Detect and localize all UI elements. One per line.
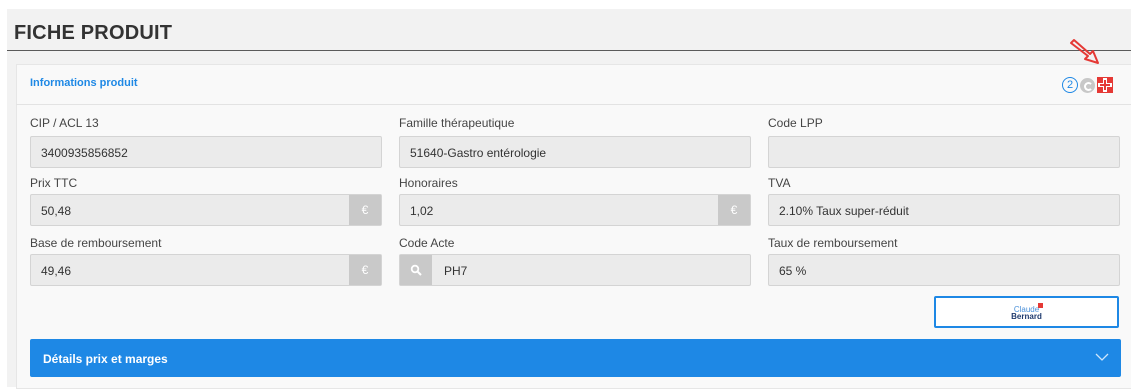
taux-label: Taux de remboursement xyxy=(768,236,898,250)
tva-field[interactable]: 2.10% Taux super-réduit xyxy=(768,194,1120,226)
code-acte-field[interactable]: PH7 xyxy=(399,254,751,286)
chevron-down-icon xyxy=(1095,353,1109,361)
number-2-icon[interactable]: 2 xyxy=(1062,77,1078,93)
code-acte-value: PH7 xyxy=(444,264,468,278)
search-icon[interactable] xyxy=(400,255,432,285)
prix-ttc-value: 50,48 xyxy=(41,204,72,218)
panel-title: Informations produit xyxy=(30,77,138,89)
famille-label: Famille thérapeutique xyxy=(399,116,515,130)
logo-mark-icon xyxy=(1038,303,1043,308)
code-acte-label: Code Acte xyxy=(399,236,455,250)
cip-label: CIP / ACL 13 xyxy=(30,116,99,130)
base-label: Base de remboursement xyxy=(30,236,162,250)
details-prix-marges-toggle[interactable]: Détails prix et marges xyxy=(30,339,1121,377)
panel-header xyxy=(16,64,1131,105)
taux-field[interactable]: 65 % xyxy=(768,254,1120,286)
refresh-icon[interactable] xyxy=(1080,77,1095,93)
prix-ttc-label: Prix TTC xyxy=(30,176,78,190)
honoraires-label: Honoraires xyxy=(399,176,458,190)
famille-field[interactable]: 51640-Gastro entérologie xyxy=(399,136,751,168)
panel-header-icons: 2 xyxy=(1062,76,1113,94)
logo-line2: Bernard xyxy=(1011,312,1042,321)
euro-addon: € xyxy=(349,195,381,225)
tva-label: TVA xyxy=(768,176,791,190)
taux-value: 65 % xyxy=(779,264,807,278)
base-field[interactable]: 49,46 € xyxy=(30,254,382,286)
tva-value: 2.10% Taux super-réduit xyxy=(779,204,909,218)
lpp-label: Code LPP xyxy=(768,116,823,130)
details-bar-label: Détails prix et marges xyxy=(43,352,168,366)
euro-addon: € xyxy=(718,195,750,225)
cip-field[interactable]: 3400935856852 xyxy=(30,136,382,168)
euro-addon: € xyxy=(349,255,381,285)
honoraires-field[interactable]: 1,02 € xyxy=(399,194,751,226)
title-divider xyxy=(7,50,1131,51)
annotation-arrow-icon xyxy=(1070,39,1099,64)
cip-value: 3400935856852 xyxy=(41,146,128,160)
famille-value: 51640-Gastro entérologie xyxy=(410,146,547,160)
honoraires-value: 1,02 xyxy=(410,204,434,218)
prix-ttc-field[interactable]: 50,48 € xyxy=(30,194,382,226)
page-title: FICHE PRODUIT xyxy=(14,22,173,44)
medical-icon[interactable] xyxy=(1097,77,1113,93)
lpp-field[interactable] xyxy=(768,136,1120,168)
claude-bernard-button[interactable]: Claude Bernard xyxy=(934,296,1119,328)
base-value: 49,46 xyxy=(41,264,72,278)
